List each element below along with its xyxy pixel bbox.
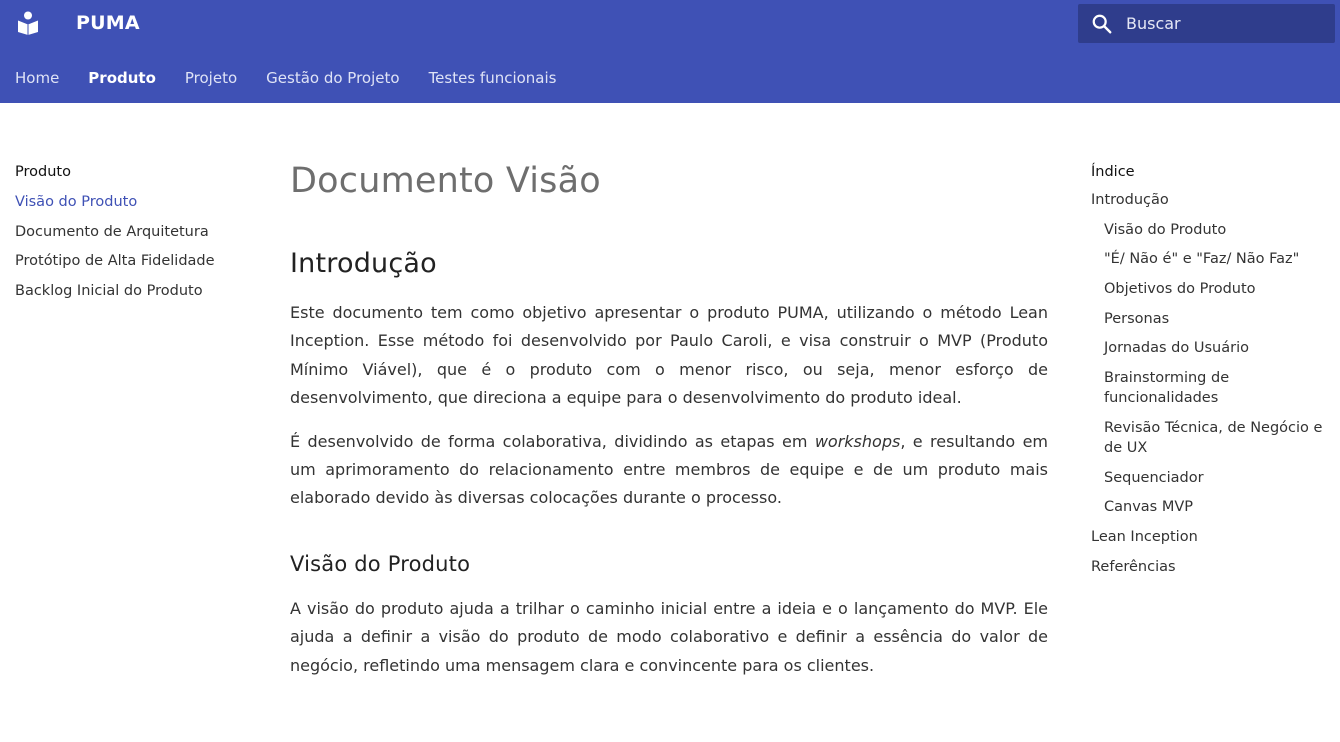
tab-testes-funcionais[interactable]: Testes funcionais <box>429 66 557 90</box>
sidebar-item-documento-de-arquitetura[interactable]: Documento de Arquitetura <box>15 220 255 244</box>
page-title: Documento Visão <box>290 161 601 201</box>
toc-item-lean-inception[interactable]: Lean Inception <box>1091 527 1336 547</box>
tab-projeto[interactable]: Projeto <box>185 66 237 90</box>
sidebar-navigation: Produto Visão do Produto Documento de Ar… <box>15 160 255 309</box>
toc-item-revisao-tecnica[interactable]: Revisão Técnica, de Negócio e de UX <box>1091 418 1336 458</box>
main-content: Documento Visão Introdução Este document… <box>290 160 1048 680</box>
top-header: PUMA Home Produto Projeto Gestão do Proj… <box>0 0 1340 103</box>
toc-item-introducao[interactable]: Introdução <box>1091 190 1336 210</box>
sidebar-title: Produto <box>15 164 71 180</box>
tab-produto[interactable]: Produto <box>88 66 156 90</box>
section-heading-visao-do-produto: Visão do Produto <box>290 551 471 576</box>
toc-item-personas[interactable]: Personas <box>1091 309 1336 329</box>
tab-gestao-do-projeto[interactable]: Gestão do Projeto <box>266 66 399 90</box>
book-reader-icon[interactable] <box>17 11 39 35</box>
toc-item-visao-do-produto[interactable]: Visão do Produto <box>1091 220 1336 240</box>
visao-paragraph-1: A visão do produto ajuda a trilhar o cam… <box>290 598 1048 675</box>
toc-item-objetivos-do-produto[interactable]: Objetivos do Produto <box>1091 279 1336 299</box>
search-icon <box>1092 14 1112 34</box>
toc-item-sequenciador[interactable]: Sequenciador <box>1091 468 1336 488</box>
toc-item-jornadas-do-usuario[interactable]: Jornadas do Usuário <box>1091 338 1336 358</box>
tab-home[interactable]: Home <box>15 66 59 90</box>
section-heading-introducao: Introdução <box>290 248 437 279</box>
intro-paragraph-2: É desenvolvido de forma colaborativa, di… <box>290 428 1048 513</box>
search-box[interactable] <box>1078 4 1335 43</box>
search-input[interactable] <box>1126 4 1326 43</box>
sidebar-item-visao-do-produto[interactable]: Visão do Produto <box>15 190 255 214</box>
site-title[interactable]: PUMA <box>76 11 140 35</box>
toc-item-canvas-mvp[interactable]: Canvas MVP <box>1091 497 1336 517</box>
toc-item-referencias[interactable]: Referências <box>1091 557 1336 577</box>
sidebar-item-backlog-inicial-do-produto[interactable]: Backlog Inicial do Produto <box>15 279 255 303</box>
header-tabs: Home Produto Projeto Gestão do Projeto T… <box>0 66 570 90</box>
toc-item-e-nao-e[interactable]: "É/ Não é" e "Faz/ Não Faz" <box>1091 249 1336 269</box>
intro-paragraph-2-text-a: É desenvolvido de forma colaborativa, di… <box>290 431 815 451</box>
sidebar-item-prototipo-de-alta-fidelidade[interactable]: Protótipo de Alta Fidelidade <box>15 249 255 273</box>
toc-item-brainstorming[interactable]: Brainstorming de funcionalidades <box>1091 368 1336 408</box>
table-of-contents: Índice Introdução Visão do Produto "É/ N… <box>1091 160 1336 586</box>
toc-title: Índice <box>1091 164 1135 180</box>
intro-paragraph-2-emphasis: workshops <box>814 431 901 451</box>
intro-paragraph-1: Este documento tem como objetivo apresen… <box>290 303 1048 408</box>
